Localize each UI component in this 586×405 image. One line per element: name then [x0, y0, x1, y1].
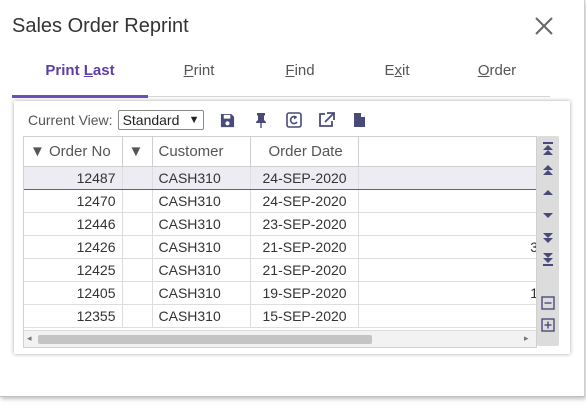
cell-order-date: 19-SEP-2020 [250, 281, 359, 305]
order-list-panel: Current View: Standard ▼ ▼ Order No ▼ Cu… [14, 101, 570, 354]
grid-toolbar: Current View: Standard ▼ [28, 108, 369, 132]
table-row[interactable]: 12487 CASH31024-SEP-202068. [24, 166, 536, 190]
horizontal-scrollbar[interactable]: ◂ ▸ [24, 330, 536, 347]
page-up-icon[interactable] [540, 163, 556, 179]
last-icon[interactable] [540, 251, 556, 267]
cell-order-no: 12470 [24, 189, 123, 213]
cell-total: 68. [358, 212, 536, 236]
cell-total: 3. [358, 189, 536, 213]
cell-order-no: 12426 [24, 235, 123, 259]
tab-exit[interactable]: Exit [350, 52, 444, 96]
dialog-title: Sales Order Reprint [12, 15, 189, 37]
tab-find[interactable]: Find [250, 52, 350, 96]
document-icon[interactable] [351, 111, 369, 129]
down-icon[interactable] [540, 207, 556, 223]
header-order-no[interactable]: ▼ Order No [24, 137, 123, 167]
cell-order-no: 12405 [24, 281, 123, 305]
cell-total: 68. [358, 304, 536, 328]
cell-total: 68. [358, 258, 536, 282]
cell-customer: CASH310 [152, 212, 251, 236]
cell-customer: CASH310 [152, 281, 251, 305]
export-icon[interactable] [318, 111, 336, 129]
close-icon[interactable] [532, 14, 556, 38]
cell-customer: CASH310 [152, 166, 251, 190]
scroll-right-icon[interactable]: ▸ [524, 333, 529, 344]
grid-header-row: ▼ Order No ▼ Customer Order Date To [24, 137, 536, 167]
cell-order-no: 12425 [24, 258, 123, 282]
cell-customer: CASH310 [152, 189, 251, 213]
current-view-label: Current View: [28, 112, 113, 128]
cell-flag [122, 281, 153, 305]
header-filter[interactable]: ▼ [122, 137, 153, 167]
cell-order-no: 12446 [24, 212, 123, 236]
pin-icon[interactable] [252, 111, 270, 129]
collapse-icon[interactable] [540, 295, 556, 311]
up-icon[interactable] [540, 185, 556, 201]
table-row[interactable]: 12470 CASH31024-SEP-20203. [24, 189, 536, 213]
save-icon[interactable] [219, 111, 237, 129]
cell-order-date: 24-SEP-2020 [250, 166, 359, 190]
header-customer[interactable]: Customer [152, 137, 251, 167]
table-row[interactable]: 12446 CASH31023-SEP-202068. [24, 212, 536, 236]
grid-body: 12487CASH31024-SEP-202068.12470CASH31024… [24, 166, 536, 328]
header-order-date[interactable]: Order Date [250, 137, 359, 167]
cell-total: 343. [358, 235, 536, 259]
table-row[interactable]: 12426 CASH31021-SEP-2020343. [24, 235, 536, 259]
cell-flag [122, 166, 153, 190]
header-total[interactable]: To [358, 137, 536, 167]
cell-order-date: 15-SEP-2020 [250, 304, 359, 328]
page-down-icon[interactable] [540, 229, 556, 245]
horizontal-scroll-thumb[interactable] [38, 335, 372, 344]
cell-order-date: 21-SEP-2020 [250, 235, 359, 259]
view-select[interactable]: Standard ▼ [117, 110, 204, 130]
cell-flag [122, 304, 153, 328]
orders-grid: ▼ Order No ▼ Customer Order Date To 1248… [23, 136, 537, 348]
cell-customer: CASH310 [152, 258, 251, 282]
first-icon[interactable] [540, 141, 556, 157]
table-row[interactable]: 12355 CASH31015-SEP-202068. [24, 304, 536, 328]
cell-flag [122, 258, 153, 282]
cell-total: 194. [358, 281, 536, 305]
cell-order-date: 21-SEP-2020 [250, 258, 359, 282]
cell-order-date: 24-SEP-2020 [250, 189, 359, 213]
tab-print[interactable]: Print [148, 52, 250, 96]
view-select-value: Standard [122, 112, 180, 128]
cell-flag [122, 235, 153, 259]
chevron-down-icon: ▼ [188, 114, 200, 126]
expand-icon[interactable] [540, 317, 556, 333]
cell-flag [122, 212, 153, 236]
row-navigation-bar [537, 136, 559, 346]
sales-order-reprint-dialog: Sales Order Reprint Print Last Print Fin… [0, 0, 585, 397]
tab-print-last[interactable]: Print Last [12, 52, 148, 98]
orders-table: ▼ Order No ▼ Customer Order Date To 1248… [24, 137, 536, 328]
scroll-left-icon[interactable]: ◂ [27, 333, 32, 344]
tab-bar: Print Last Print Find Exit Order [12, 52, 550, 98]
table-row[interactable]: 12425 CASH31021-SEP-202068. [24, 258, 536, 282]
cell-flag [122, 189, 153, 213]
cell-customer: CASH310 [152, 235, 251, 259]
cell-total: 68. [358, 166, 536, 190]
table-row[interactable]: 12405 CASH31019-SEP-2020194. [24, 281, 536, 305]
tab-order[interactable]: Order [444, 52, 550, 96]
refresh-icon[interactable] [285, 111, 303, 129]
cell-customer: CASH310 [152, 304, 251, 328]
cell-order-no: 12487 [24, 166, 123, 190]
cell-order-date: 23-SEP-2020 [250, 212, 359, 236]
cell-order-no: 12355 [24, 304, 123, 328]
